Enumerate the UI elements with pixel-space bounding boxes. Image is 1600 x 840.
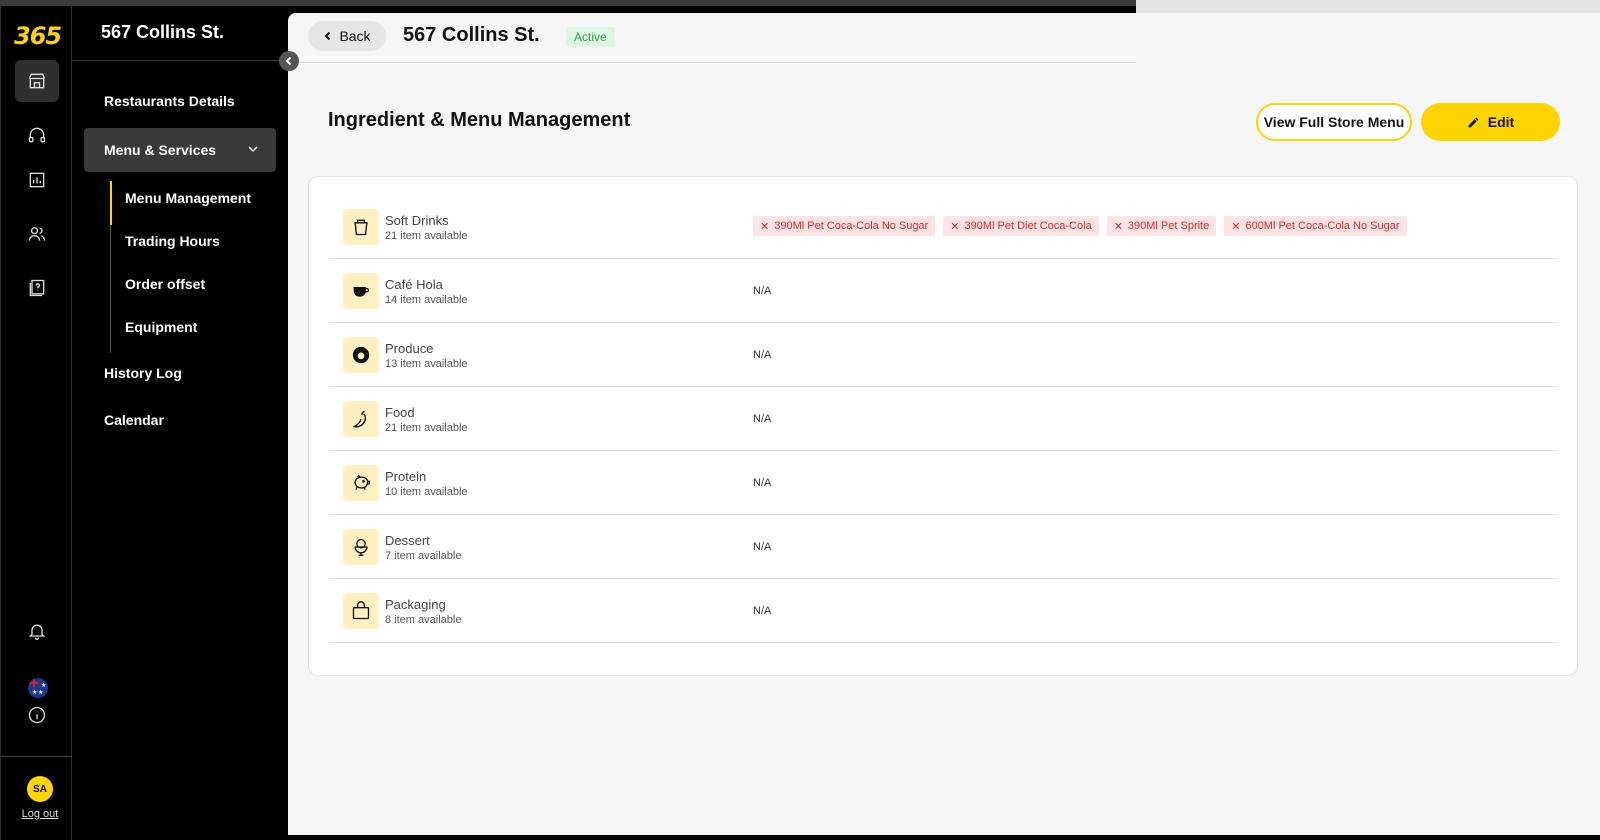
category-row-protein[interactable]: Protein 10 item available N/A bbox=[329, 451, 1557, 515]
item-tag[interactable]: ✕ 390Ml Pet Coca-Cola No Sugar bbox=[753, 216, 936, 236]
category-row-cafe-hola[interactable]: Café Hola 14 item available N/A bbox=[329, 259, 1557, 323]
category-name: Café Hola bbox=[385, 277, 443, 292]
collapse-sidebar-button[interactable] bbox=[279, 51, 299, 71]
sidebar-item-menu-services[interactable]: Menu & Services bbox=[84, 128, 276, 172]
close-icon[interactable]: ✕ bbox=[1231, 220, 1240, 233]
back-label: Back bbox=[339, 28, 371, 44]
icon-rail: 365 ★ ★ ★ SA Log out bbox=[0, 6, 73, 840]
chevron-left-icon bbox=[285, 56, 292, 66]
category-name: Food bbox=[385, 405, 415, 420]
pig-icon bbox=[354, 474, 370, 490]
rail-info-button[interactable] bbox=[15, 694, 59, 736]
rail-users-button[interactable] bbox=[15, 213, 59, 255]
category-value: N/A bbox=[753, 541, 772, 553]
category-name: Produce bbox=[385, 341, 434, 356]
info-icon bbox=[28, 706, 46, 724]
sidebar-store-name: 567 Collins St. bbox=[101, 22, 225, 42]
rail-store-button[interactable] bbox=[15, 60, 59, 102]
category-count: 14 item available bbox=[385, 294, 468, 306]
egg-icon bbox=[352, 346, 370, 364]
sidebar-subitem-order-offset[interactable]: Order offset bbox=[125, 276, 205, 292]
secondary-sidebar: 567 Collins St. Restaurants Details Menu… bbox=[72, 6, 288, 840]
item-tag[interactable]: ✕ 600Ml Pet Coca-Cola No Sugar bbox=[1224, 216, 1407, 236]
page-header: Back 567 Collins St. Active bbox=[288, 13, 1136, 63]
category-row-food[interactable]: Food 21 item available N/A bbox=[329, 387, 1557, 451]
category-value: N/A bbox=[753, 349, 772, 361]
category-value: N/A bbox=[753, 285, 772, 297]
item-tag[interactable]: ✕ 390Ml Pet Sprite bbox=[1106, 216, 1217, 236]
category-name: Protein bbox=[385, 469, 427, 484]
category-row-soft-drinks[interactable]: Soft Drinks 21 item available ✕ 390Ml Pet… bbox=[329, 195, 1557, 259]
category-value: N/A bbox=[753, 477, 772, 489]
category-row-packaging[interactable]: Packaging 8 item available N/A bbox=[329, 579, 1557, 643]
sidebar-item-restaurants-details[interactable]: Restaurants Details bbox=[104, 93, 235, 109]
rail-divider bbox=[1, 756, 73, 757]
main-content: Back 567 Collins St. Active Ingredient &… bbox=[288, 13, 1600, 835]
app-logo[interactable]: 365 bbox=[14, 22, 62, 50]
category-count: 8 item available bbox=[385, 614, 462, 626]
header-title: 567 Collins St. bbox=[403, 24, 540, 46]
page-title: Ingredient & Menu Management bbox=[328, 109, 631, 131]
logout-link[interactable]: Log out bbox=[11, 808, 69, 820]
close-icon[interactable]: ✕ bbox=[760, 220, 769, 233]
users-icon bbox=[28, 227, 46, 241]
unavailable-items: ✕ 390Ml Pet Coca-Cola No Sugar ✕ 390Ml Pet… bbox=[753, 216, 1407, 236]
rail-notifications-button[interactable] bbox=[15, 610, 59, 652]
headphones-icon bbox=[28, 127, 46, 143]
category-name: Packaging bbox=[385, 597, 446, 612]
bag-icon bbox=[352, 601, 370, 620]
rail-support-button[interactable] bbox=[15, 114, 59, 156]
category-count: 13 item available bbox=[385, 358, 468, 370]
close-icon[interactable]: ✕ bbox=[950, 220, 959, 233]
category-row-dessert[interactable]: Dessert 7 item available N/A bbox=[329, 515, 1557, 579]
category-count: 7 item available bbox=[385, 550, 462, 562]
coffee-icon bbox=[353, 287, 370, 297]
ice-cream-icon bbox=[354, 538, 368, 556]
item-tag[interactable]: ✕ 390Ml Pet Diet Coca-Cola bbox=[943, 216, 1099, 236]
sidebar-subitem-menu-management[interactable]: Menu Management bbox=[125, 190, 251, 206]
sidebar-subitem-trading-hours[interactable]: Trading Hours bbox=[125, 233, 220, 249]
sidebar-subitem-equipment[interactable]: Equipment bbox=[125, 319, 197, 335]
edit-label: Edit bbox=[1487, 114, 1515, 130]
sidebar-item-label: Menu & Services bbox=[104, 142, 217, 158]
sidebar-divider bbox=[72, 60, 288, 61]
sidebar-item-calendar[interactable]: Calendar bbox=[104, 412, 164, 428]
store-icon bbox=[28, 73, 46, 89]
rail-reports-button[interactable] bbox=[15, 159, 59, 201]
category-value: N/A bbox=[753, 605, 772, 617]
chevron-left-icon bbox=[325, 31, 331, 41]
category-list-card: Soft Drinks 21 item available ✕ 390Ml Pet… bbox=[308, 176, 1578, 676]
bell-icon bbox=[28, 624, 46, 640]
category-name: Soft Drinks bbox=[385, 213, 449, 228]
sidebar-item-history-log[interactable]: History Log bbox=[104, 365, 182, 381]
category-count: 10 item available bbox=[385, 486, 468, 498]
category-row-produce[interactable]: Produce 13 item available N/A bbox=[329, 323, 1557, 387]
category-value: N/A bbox=[753, 413, 772, 425]
cup-icon bbox=[354, 219, 368, 236]
category-name: Dessert bbox=[385, 533, 430, 548]
rail-help-button[interactable] bbox=[15, 267, 59, 309]
help-book-icon bbox=[29, 279, 45, 297]
category-count: 21 item available bbox=[385, 422, 468, 434]
close-icon[interactable]: ✕ bbox=[1114, 220, 1123, 233]
chart-icon bbox=[29, 172, 45, 188]
chevron-down-icon bbox=[248, 146, 258, 153]
status-badge: Active bbox=[566, 27, 615, 47]
back-button[interactable]: Back bbox=[308, 21, 386, 51]
view-full-store-menu-button[interactable]: View Full Store Menu bbox=[1256, 103, 1412, 141]
category-count: 21 item available bbox=[385, 230, 468, 242]
user-avatar[interactable]: SA bbox=[27, 776, 53, 802]
chili-icon bbox=[352, 410, 367, 428]
edit-button[interactable]: Edit bbox=[1421, 103, 1560, 141]
submenu-active-indicator bbox=[110, 181, 112, 225]
pencil-icon bbox=[1468, 117, 1479, 127]
